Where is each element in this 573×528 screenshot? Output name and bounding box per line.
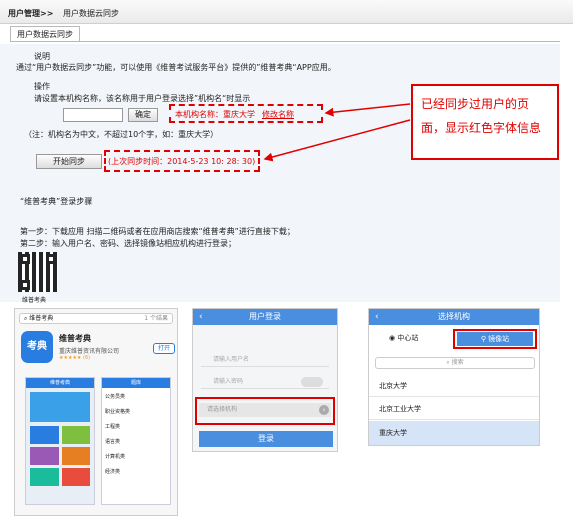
category-item: 工程类 [105, 424, 121, 430]
org-name-input[interactable] [63, 108, 123, 122]
tab-center-station[interactable]: ◉ 中心站 [389, 333, 418, 343]
tab-cloud-sync[interactable]: 用户数据云同步 [10, 26, 80, 42]
breadcrumb-page: 用户数据云同步 [63, 9, 119, 18]
store-search-bar[interactable]: ⌕ 维普考典 1 个结果 [19, 313, 173, 324]
tab-mirror-label: 镜像站 [488, 335, 510, 343]
steps-title: “维普考典”登录步骤 [20, 197, 93, 206]
chevron-right-icon: › [319, 405, 329, 415]
tab-divider [10, 41, 560, 42]
app-store-screenshot: ⌕ 维普考典 1 个结果 考典 维普考典 重庆维普资讯有限公司 ★★★★★ (6… [14, 308, 178, 516]
operation-prompt: 请设置本机构名称，该名称用于用户登录选择”机构名“时显示 [34, 94, 251, 103]
preview-screen-left: 维普考典 [25, 377, 95, 505]
org-title-bar: ‹ 选择机构 [369, 309, 539, 325]
preview-left-title: 维普考典 [26, 378, 94, 388]
login-title-bar: ‹ 用户登录 [193, 309, 337, 325]
category-item: 计算机类 [105, 454, 126, 460]
intro-heading: 说明 [34, 52, 50, 61]
category-item: 职业资格类 [105, 409, 131, 415]
app-publisher: 重庆维普资讯有限公司 [59, 348, 120, 355]
back-icon[interactable]: ‹ [375, 309, 379, 325]
org-select-screenshot: ‹ 选择机构 ◉ 中心站 ⚲ 镜像站 ⌕ 搜索 北京大学 北京工业大学 重庆大学 [368, 308, 540, 446]
password-toggle[interactable] [301, 377, 323, 387]
preview-banner [30, 392, 90, 422]
operation-heading: 操作 [34, 82, 50, 91]
org-search-input[interactable]: ⌕ 搜索 [375, 357, 535, 369]
username-field[interactable]: 请输入用户名 [201, 353, 329, 367]
last-sync-time: (上次同步时间：2014-5-23 10: 28: 30) [108, 157, 256, 166]
modify-name-link[interactable]: 修改名称 [262, 109, 294, 120]
preview-right-title: 题库 [102, 378, 170, 388]
back-icon[interactable]: ‹ [199, 309, 203, 325]
current-name-prefix: 本机构名称： [175, 110, 223, 119]
preview-screen-right: 题库 公务员类 职业资格类 工程类 语言类 计算机类 经济类 [101, 377, 171, 505]
app-name: 维普考典 [59, 334, 91, 343]
qr-caption: 维普考典 [22, 297, 47, 304]
login-title: 用户登录 [249, 312, 281, 321]
step-2: 第二步：输入用户名、密码、选择镜像站相应机构进行登录； [20, 239, 236, 248]
breadcrumb-section[interactable]: 用户管理>> [8, 8, 53, 19]
callout-line-2: 面，显示红色字体信息 [421, 121, 542, 135]
category-item: 语言类 [105, 439, 121, 445]
org-search-placeholder: 搜索 [451, 359, 464, 366]
result-count: 1 个结果 [144, 315, 168, 322]
org-title: 选择机构 [438, 312, 470, 321]
name-note: （注：机构名为中文，不超过10个字，如：重庆大学） [24, 130, 219, 139]
open-app-button[interactable]: 打开 [153, 343, 175, 354]
app-rating: ★★★★★ (6) [59, 355, 91, 361]
preview-tiles [30, 426, 90, 486]
callout-box: 已经同步过用户的页 面，显示红色字体信息 [411, 84, 559, 160]
org-list-item[interactable]: 北京大学 [369, 375, 539, 397]
store-search-text: 维普考典 [29, 315, 54, 322]
preview-category-list: 公务员类 职业资格类 工程类 语言类 计算机类 经济类 [102, 388, 170, 482]
org-list-item[interactable]: 北京工业大学 [369, 398, 539, 420]
org-list-item-selected[interactable]: 重庆大学 [369, 421, 539, 445]
login-screenshot: ‹ 用户登录 请输入用户名 请输入密码 请选择机构 › 登录 [192, 308, 338, 452]
start-sync-button[interactable]: 开始同步 [36, 154, 102, 169]
intro-text: 通过“用户数据云同步”功能，可以使用《维普考试服务平台》提供的”维普考典“APP… [16, 63, 336, 72]
step-1: 第一步：下载应用 扫描二维码或者在应用商店搜索“维普考典”进行直接下载； [20, 227, 295, 236]
content-panel [0, 44, 560, 302]
callout-line-1: 已经同步过用户的页 [421, 97, 530, 111]
confirm-button[interactable]: 确定 [128, 108, 158, 122]
tab-center-label: 中心站 [397, 334, 419, 342]
category-item: 公务员类 [105, 394, 126, 400]
current-name: 重庆大学 [223, 110, 255, 119]
app-icon[interactable]: 考典 [21, 331, 53, 363]
login-button[interactable]: 登录 [199, 431, 333, 447]
category-item: 经济类 [105, 469, 121, 475]
tab-mirror-station[interactable]: ⚲ 镜像站 [457, 332, 533, 346]
qr-code-image[interactable] [18, 252, 58, 292]
org-select-field[interactable]: 请选择机构 [199, 403, 331, 417]
